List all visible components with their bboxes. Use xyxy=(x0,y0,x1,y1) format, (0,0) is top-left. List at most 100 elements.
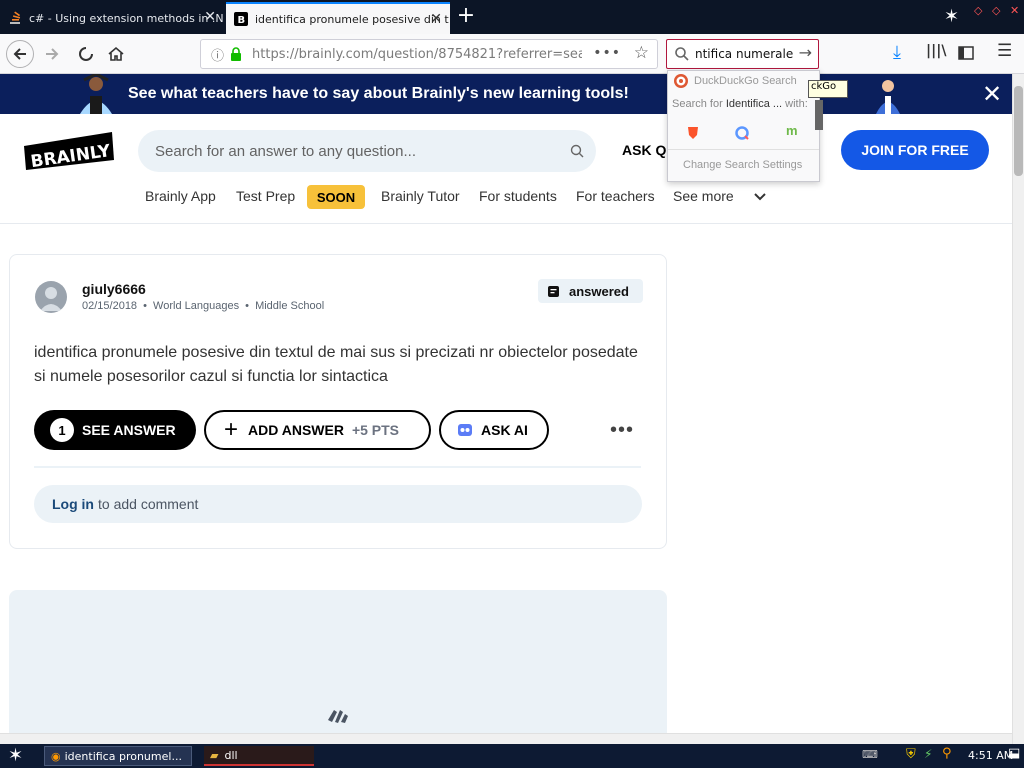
show-desktop-icon[interactable]: ⬓ xyxy=(1008,746,1020,761)
tab-bar: c# - Using extension methods in .N ✕ B i… xyxy=(0,0,1024,34)
change-search-settings[interactable]: Change Search Settings xyxy=(683,159,802,171)
answered-badge: answered xyxy=(538,279,643,303)
duckduckgo-icon xyxy=(674,74,688,88)
address-bar[interactable]: ⓘ https://brainly.com/question/8754821?r… xyxy=(200,39,658,69)
search-suggestions-dropdown: DuckDuckGo Search Search for Identifica … xyxy=(667,70,820,182)
back-arrow-icon xyxy=(13,48,26,60)
keyboard-icon[interactable]: ⌨ xyxy=(862,748,878,761)
question-text: identifica pronumele posesive din textul… xyxy=(34,344,638,385)
taskbar-firefox-window[interactable]: ◉ identifica pronumel... xyxy=(44,746,192,766)
ai-robot-icon xyxy=(458,424,472,436)
see-answer-button[interactable]: 1 SEE ANSWER xyxy=(34,410,196,450)
comment-box[interactable]: Log in to add comment xyxy=(34,485,642,523)
back-button[interactable] xyxy=(6,40,34,68)
minimize-icon[interactable]: ◇ xyxy=(974,4,982,17)
add-answer-label: ADD ANSWER xyxy=(248,422,344,438)
ask-ai-button[interactable]: ASK AI xyxy=(439,410,549,450)
go-arrow-icon[interactable]: → xyxy=(799,43,812,62)
forward-button[interactable] xyxy=(38,40,66,68)
brainly-logo-icon: BRAINLY xyxy=(24,132,114,172)
maximize-icon[interactable]: ◇ xyxy=(992,4,1000,17)
site-sub-navigation: Brainly App Test Prep SOON Brainly Tutor… xyxy=(0,182,1012,222)
info-icon[interactable]: ⓘ xyxy=(211,45,224,64)
engine-row[interactable]: DuckDuckGo Search xyxy=(674,74,797,88)
tab-brainly-question[interactable]: B identifica pronumele posesive din t ✕ xyxy=(226,2,450,34)
close-tab-icon[interactable]: ✕ xyxy=(430,12,442,26)
taskbar-folder-window[interactable]: ▰ dll xyxy=(204,746,314,766)
presenter-illustration-icon xyxy=(876,80,900,114)
page-actions-icon[interactable]: ••• xyxy=(593,45,621,61)
promo-banner[interactable]: See what teachers have to say about Brai… xyxy=(0,74,1012,114)
url-text: https://brainly.com/question/8754821?ref… xyxy=(252,46,583,62)
brave-search-icon[interactable] xyxy=(686,125,700,139)
security-shield-icon[interactable]: ⛨ xyxy=(906,747,916,762)
question-card: giuly6666 02/15/2018 • World Languages •… xyxy=(9,254,667,549)
teacher-illustration-icon xyxy=(80,74,112,114)
lock-icon xyxy=(231,47,242,61)
nav-brainly-app[interactable]: Brainly App xyxy=(145,188,216,204)
dropdown-divider xyxy=(668,149,819,150)
search-for-term: Identifica ... xyxy=(725,98,783,110)
login-link[interactable]: Log in xyxy=(52,496,94,512)
firefox-icon: ◉ xyxy=(51,749,61,763)
search-bar[interactable]: ntifica numerale → xyxy=(666,39,819,69)
network-icon[interactable]: ⚡ xyxy=(924,747,932,761)
site-search-placeholder: Search for an answer to any question... xyxy=(155,142,416,160)
nav-test-prep[interactable]: Test Prep xyxy=(236,188,295,204)
user-avatar-icon xyxy=(40,287,62,311)
search-icon[interactable] xyxy=(570,144,584,158)
close-banner-icon[interactable]: ✕ xyxy=(982,80,1002,108)
search-input[interactable]: ntifica numerale xyxy=(695,47,793,61)
nav-see-more[interactable]: See more xyxy=(673,188,734,204)
stop-loading-button[interactable] xyxy=(72,40,100,68)
clock: 4:51 AM xyxy=(968,749,1014,762)
question-meta: 02/15/2018 • World Languages • Middle Sc… xyxy=(82,300,325,312)
plus-icon: + xyxy=(224,416,239,443)
question-date: 02/15/2018 xyxy=(82,300,138,312)
nav-brainly-tutor[interactable]: Brainly Tutor xyxy=(381,188,460,204)
username[interactable]: giuly6666 xyxy=(82,281,146,297)
question-level: Middle School xyxy=(255,300,325,312)
library-icon[interactable]: |||\ xyxy=(926,43,946,59)
menu-icon[interactable]: ☰ xyxy=(997,41,1012,61)
nav-for-students[interactable]: For students xyxy=(479,188,557,204)
close-window-icon[interactable]: ✕ xyxy=(1010,4,1019,17)
os-taskbar: ✶ ◉ identifica pronumel... ▰ dll ⌨ ⛨ ⚡ ⚲… xyxy=(0,744,1024,768)
question-subject[interactable]: World Languages xyxy=(153,300,239,312)
soon-badge: SOON xyxy=(307,185,365,209)
site-search-input[interactable]: Search for an answer to any question... xyxy=(138,130,596,172)
svg-text:B: B xyxy=(238,15,246,26)
add-answer-button[interactable]: + ADD ANSWER +5 PTS xyxy=(204,410,431,450)
ask-question-button[interactable]: ASK Q xyxy=(622,142,666,158)
ask-ai-label: ASK AI xyxy=(481,422,528,438)
nav-for-teachers[interactable]: For teachers xyxy=(576,188,655,204)
search-for-row: Search for Identifica ... with: xyxy=(672,98,808,110)
close-tab-icon[interactable]: ✕ xyxy=(204,10,216,24)
tab-title: identifica pronumele posesive din t xyxy=(255,12,449,26)
tooltip-shadow xyxy=(815,100,823,130)
join-for-free-button[interactable]: JOIN FOR FREE xyxy=(841,130,989,170)
folder-icon: ▰ xyxy=(210,748,219,762)
qwant-search-icon[interactable] xyxy=(734,125,750,141)
chevron-down-icon[interactable] xyxy=(754,193,766,201)
new-tab-button[interactable]: + xyxy=(452,4,480,30)
sidebar-icon[interactable] xyxy=(958,46,974,60)
bookmark-star-icon[interactable]: ☆ xyxy=(634,43,649,63)
header-divider xyxy=(0,223,1012,224)
home-icon xyxy=(108,46,124,61)
home-button[interactable] xyxy=(102,40,130,68)
engine-name: DuckDuckGo Search xyxy=(694,75,797,87)
vertical-scrollbar-thumb[interactable] xyxy=(1014,86,1023,176)
answer-placeholder xyxy=(9,590,667,740)
stackoverflow-icon xyxy=(10,11,21,24)
brainly-logo[interactable]: BRAINLY xyxy=(24,132,114,172)
navigation-toolbar: ⓘ https://brainly.com/question/8754821?r… xyxy=(0,34,1024,74)
avatar[interactable] xyxy=(35,281,67,313)
search-tray-icon[interactable]: ⚲ xyxy=(942,746,952,761)
search-icon xyxy=(675,47,689,61)
download-icon[interactable]: ⤓ xyxy=(893,42,901,63)
more-options-icon[interactable]: ••• xyxy=(610,419,634,442)
tab-csharp-extension[interactable]: c# - Using extension methods in .N ✕ xyxy=(0,2,224,34)
start-menu-icon[interactable]: ✶ xyxy=(8,745,23,766)
mojeek-search-icon[interactable]: m xyxy=(786,123,798,138)
